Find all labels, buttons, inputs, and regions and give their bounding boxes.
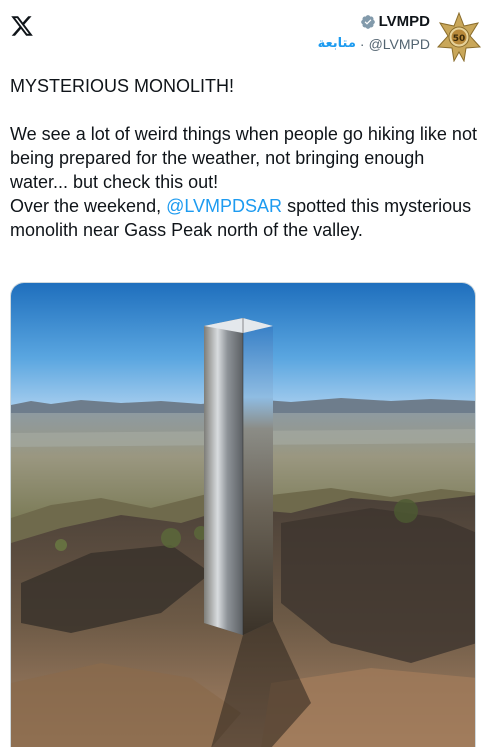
author-text: LVMPD متابعة · @LVMPD [318,12,430,54]
author-name[interactable]: LVMPD [379,12,430,32]
author-block: LVMPD متابعة · @LVMPD 50 [318,12,482,62]
author-handle[interactable]: @LVMPD [369,34,430,54]
follow-button[interactable]: متابعة [318,34,356,54]
author-name-row[interactable]: LVMPD [318,12,430,32]
tweet-photo[interactable] [10,282,476,747]
verified-badge-icon [360,15,375,29]
tweet-paragraph-1: We see a lot of weird things when people… [10,124,477,192]
tweet-text: MYSTERIOUS MONOLITH! We see a lot of wei… [10,74,480,242]
x-logo-icon[interactable] [10,14,34,38]
monolith-photo-illustration [11,283,475,747]
tweet-headline: MYSTERIOUS MONOLITH! [10,76,235,96]
tweet-paragraph-2-prefix: Over the weekend, [10,196,167,216]
tweet-paragraph-2: Over the weekend, @LVMPDSAR spotted this… [10,194,480,242]
police-star-badge-icon[interactable]: 50 [436,12,482,62]
badge-number: 50 [453,34,466,44]
author-handle-row: متابعة · @LVMPD [318,34,430,54]
mention-link[interactable]: @LVMPDSAR [166,196,282,216]
separator-dot: · [359,36,365,52]
